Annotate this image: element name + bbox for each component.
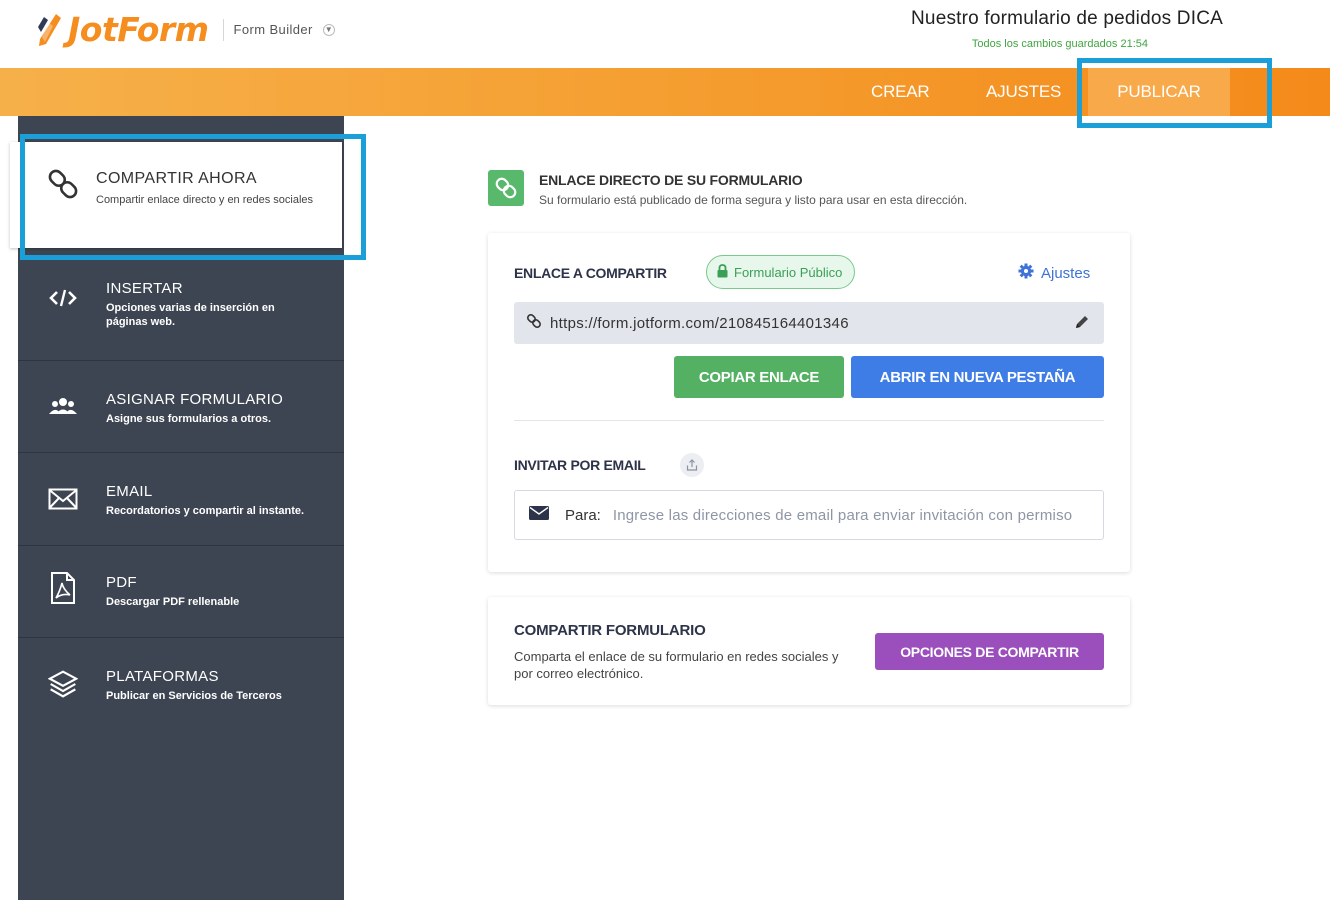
share-link-label: ENLACE A COMPARTIR <box>514 265 667 281</box>
share-form-title: COMPARTIR FORMULARIO <box>514 622 706 639</box>
form-builder-label[interactable]: Form Builder <box>234 22 313 37</box>
code-icon <box>48 283 78 313</box>
gear-icon <box>1018 263 1034 283</box>
users-icon <box>48 391 78 421</box>
lock-icon <box>717 263 728 281</box>
sidebar-item-plataformas[interactable]: PLATAFORMAS Publicar en Servicios de Ter… <box>18 638 344 733</box>
to-label: Para: <box>565 506 601 524</box>
pencil-logo-icon <box>38 13 61 46</box>
sidebar-item-subtitle: Publicar en Servicios de Terceros <box>106 690 282 702</box>
public-form-badge-label: Formulario Público <box>734 264 843 280</box>
logo-divider <box>222 18 224 41</box>
tab-ajustes[interactable]: AJUSTES <box>986 68 1061 116</box>
brand-name: JotForm <box>68 10 209 49</box>
envelope-icon <box>529 505 549 525</box>
invite-email-input[interactable]: Para: Ingrese las direcciones de email p… <box>514 490 1104 540</box>
save-status: Todos los cambios guardados 21:54 <box>971 38 1148 50</box>
sidebar-item-asignar[interactable]: ASIGNAR FORMULARIO Asigne sus formulario… <box>18 361 344 453</box>
direct-link-title: ENLACE DIRECTO DE SU FORMULARIO <box>539 172 803 188</box>
sidebar-item-title: PDF <box>106 574 137 591</box>
pdf-icon <box>48 568 78 608</box>
settings-link[interactable]: Ajustes <box>1018 263 1090 283</box>
sidebar-item-subtitle: Opciones varias de inserción en páginas … <box>106 302 275 328</box>
sidebar-item-subtitle: Recordatorios y compartir al instante. <box>106 505 305 517</box>
copy-link-button[interactable]: COPIAR ENLACE <box>674 356 844 398</box>
link-icon <box>526 313 542 333</box>
share-options-button[interactable]: OPCIONES DE COMPARTIR <box>875 633 1104 670</box>
sidebar-item-title: EMAIL <box>106 483 153 500</box>
sidebar-item-title: INSERTAR <box>106 280 183 297</box>
public-form-badge[interactable]: Formulario Público <box>706 255 856 289</box>
sidebar-item-subtitle: Asigne sus formularios a otros. <box>106 413 272 425</box>
invite-email-label: INVITAR POR EMAIL <box>514 457 646 473</box>
form-title[interactable]: Nuestro formulario de pedidos DICA <box>911 8 1223 30</box>
sidebar-item-insertar[interactable]: INSERTAR Opciones varias de inserción en… <box>18 252 344 361</box>
direct-link-subtitle: Su formulario está publicado de forma se… <box>539 193 968 207</box>
settings-link-label: Ajustes <box>1041 264 1091 282</box>
open-new-tab-button[interactable]: ABRIR EN NUEVA PESTAÑA <box>851 356 1104 398</box>
sidebar-item-pdf[interactable]: PDF Descargar PDF rellenable <box>18 546 344 638</box>
share-upload-icon[interactable] <box>680 453 704 477</box>
share-form-subtitle: Comparta el enlace de su formulario en r… <box>514 649 839 681</box>
sidebar-item-subtitle: Descargar PDF rellenable <box>106 596 240 608</box>
layers-icon <box>48 664 78 704</box>
share-url-value: https://form.jotform.com/210845164401346 <box>550 314 849 332</box>
card-divider <box>514 420 1104 421</box>
chevron-down-icon[interactable]: ▼ <box>322 23 335 36</box>
sidebar-item-title: ASIGNAR FORMULARIO <box>106 391 284 408</box>
compartir-highlight-box <box>20 134 366 260</box>
share-form-card: COMPARTIR FORMULARIO Comparta el enlace … <box>488 597 1130 705</box>
sidebar-item-title: PLATAFORMAS <box>106 668 219 685</box>
email-placeholder: Ingrese las direcciones de email para en… <box>612 506 1073 524</box>
publicar-highlight-box <box>1077 58 1272 128</box>
share-url-field[interactable]: https://form.jotform.com/210845164401346 <box>514 302 1104 344</box>
share-link-card: ENLACE A COMPARTIR Formulario Público Aj… <box>488 233 1130 572</box>
envelope-icon <box>48 484 78 514</box>
pencil-icon[interactable] <box>1074 314 1090 334</box>
tab-crear[interactable]: CREAR <box>871 68 930 116</box>
jotform-logo[interactable]: JotForm Form Builder ▼ <box>36 10 335 49</box>
link-icon <box>488 170 524 206</box>
sidebar-item-email[interactable]: EMAIL Recordatorios y compartir al insta… <box>18 453 344 546</box>
